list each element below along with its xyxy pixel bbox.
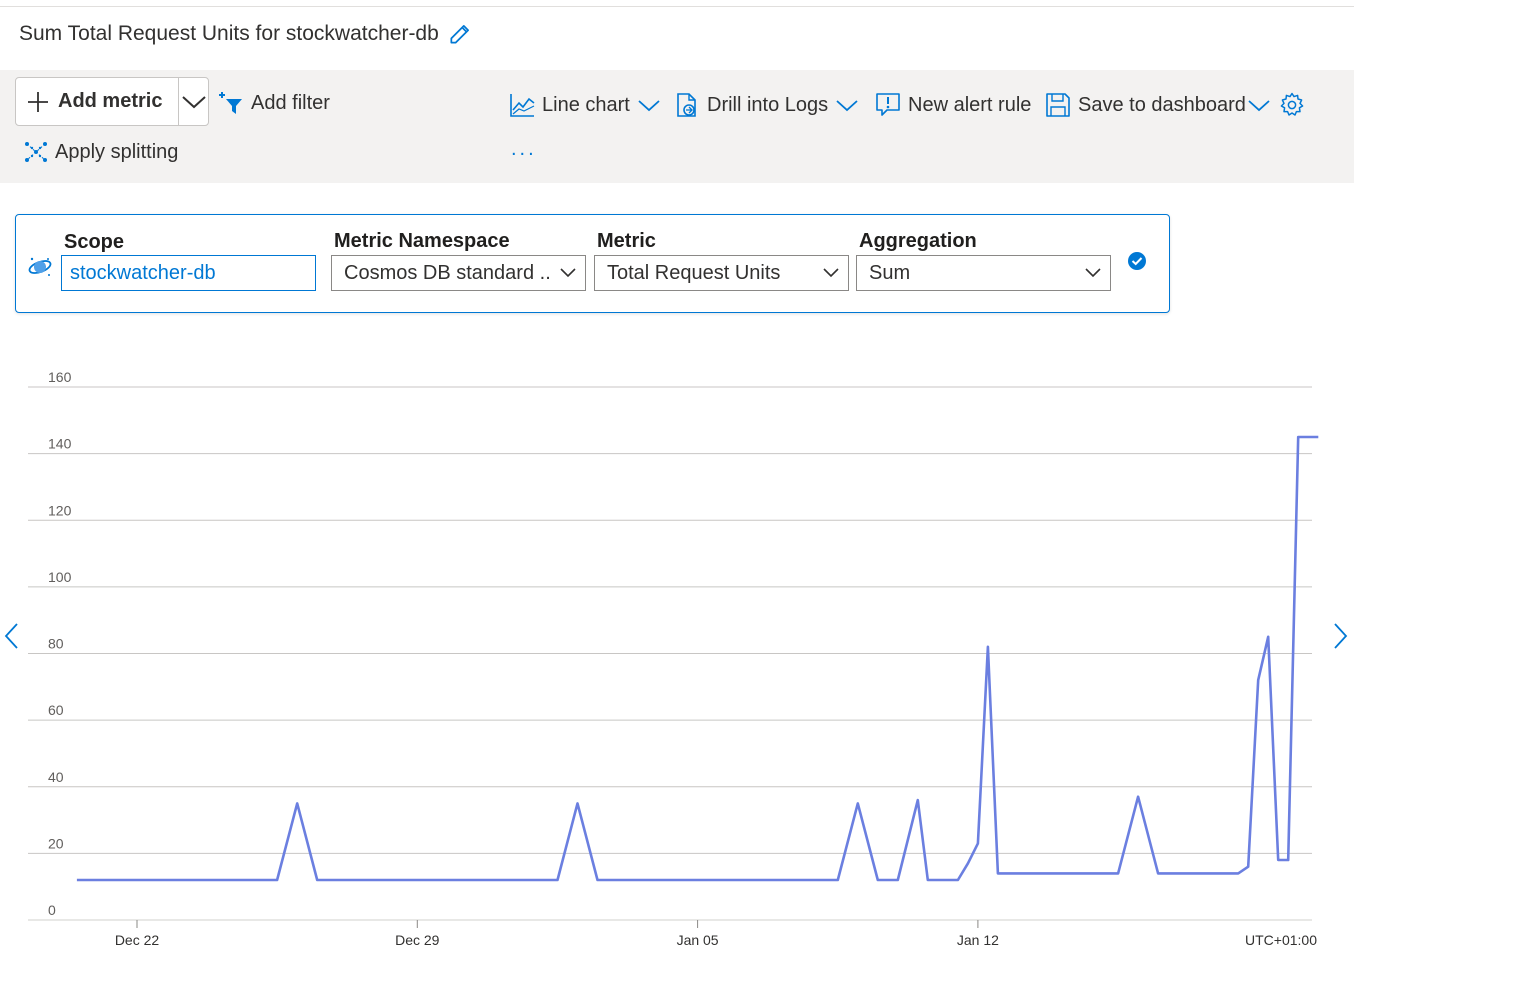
chevron-down-icon bbox=[181, 95, 206, 108]
chevron-down-icon bbox=[638, 100, 660, 112]
metric-namespace-value: Cosmos DB standard ... bbox=[344, 261, 551, 284]
more-options-label: ... bbox=[511, 138, 537, 160]
chevron-down-icon bbox=[551, 268, 585, 278]
chevron-down-icon bbox=[836, 100, 858, 112]
chevron-right-icon[interactable] bbox=[1333, 622, 1349, 650]
check-circle-icon[interactable] bbox=[1127, 251, 1147, 271]
metric-namespace-select[interactable]: Cosmos DB standard ... bbox=[331, 255, 586, 291]
metric-value: Total Request Units bbox=[607, 261, 781, 284]
new-alert-rule-button[interactable]: New alert rule bbox=[875, 92, 1031, 118]
y-tick-label: 80 bbox=[48, 636, 64, 652]
metric-label: Metric bbox=[597, 230, 656, 252]
filter-icon bbox=[219, 92, 242, 114]
add-filter-button[interactable]: Add filter bbox=[218, 90, 330, 116]
scope-value: stockwatcher-db bbox=[70, 261, 216, 284]
split-icon bbox=[25, 142, 47, 162]
line-chart-icon bbox=[510, 94, 535, 117]
timezone-label: UTC+01:00 bbox=[1245, 932, 1317, 948]
aggregation-select[interactable]: Sum bbox=[856, 255, 1111, 291]
scope-input[interactable]: stockwatcher-db bbox=[61, 255, 316, 291]
y-tick-label: 60 bbox=[48, 702, 64, 718]
drill-into-logs-label: Drill into Logs bbox=[707, 93, 829, 116]
series-line bbox=[76, 435, 1319, 882]
chart-area: 0 20 40 60 80 100 120 140 160 Dec 22 Dec 29 Jan 05 J… bbox=[0, 340, 1354, 977]
add-filter-label: Add filter bbox=[251, 91, 330, 114]
y-tick-label: 40 bbox=[48, 769, 64, 785]
plus-icon bbox=[28, 91, 48, 112]
save-icon bbox=[1046, 93, 1070, 117]
chart-settings-button[interactable] bbox=[1279, 92, 1305, 118]
aggregation-label: Aggregation bbox=[859, 230, 977, 252]
save-to-dashboard-button[interactable]: Save to dashboard bbox=[1045, 92, 1271, 118]
top-divider bbox=[0, 6, 1354, 7]
add-metric-button[interactable]: Add metric bbox=[16, 78, 179, 125]
chevron-left-icon[interactable] bbox=[3, 622, 19, 650]
metric-select[interactable]: Total Request Units bbox=[594, 255, 849, 291]
logs-icon bbox=[677, 93, 696, 117]
apply-splitting-label: Apply splitting bbox=[55, 140, 179, 163]
chevron-down-icon bbox=[814, 268, 848, 278]
save-to-dashboard-label: Save to dashboard bbox=[1078, 93, 1246, 116]
x-tick-label: Dec 29 bbox=[395, 932, 440, 948]
x-tick-label: Jan 12 bbox=[957, 932, 999, 948]
more-options-button[interactable]: ... bbox=[511, 138, 537, 161]
new-alert-rule-label: New alert rule bbox=[908, 93, 1032, 116]
x-tick-label: Dec 22 bbox=[115, 932, 160, 948]
metrics-toolbar: Add metric Add filter Apply splitting Li… bbox=[0, 70, 1354, 183]
y-tick-label: 160 bbox=[48, 369, 72, 385]
metric-namespace-label: Metric Namespace bbox=[334, 230, 510, 252]
add-metric-dropdown[interactable] bbox=[179, 78, 208, 125]
add-metric-label: Add metric bbox=[58, 90, 163, 112]
gear-icon bbox=[1280, 92, 1304, 116]
x-tick-label: Jan 05 bbox=[677, 932, 719, 948]
add-metric-split-button: Add metric bbox=[15, 77, 209, 126]
chart-title-row: Sum Total Request Units for stockwatcher… bbox=[19, 21, 473, 47]
pencil-icon[interactable] bbox=[447, 21, 473, 47]
y-tick-label: 0 bbox=[48, 902, 56, 918]
alert-icon bbox=[876, 93, 900, 116]
y-tick-label: 100 bbox=[48, 569, 72, 585]
metric-selector-card: Scope stockwatcher-db Metric Namespace C… bbox=[15, 214, 1170, 313]
scope-label: Scope bbox=[64, 231, 125, 253]
line-chart-button[interactable]: Line chart bbox=[509, 92, 661, 118]
chart-title: Sum Total Request Units for stockwatcher… bbox=[19, 22, 439, 45]
y-tick-label: 120 bbox=[48, 502, 72, 518]
y-tick-label: 140 bbox=[48, 436, 72, 452]
drill-into-logs-button[interactable]: Drill into Logs bbox=[674, 92, 859, 118]
line-chart-label: Line chart bbox=[542, 93, 630, 116]
cosmos-db-icon bbox=[28, 257, 52, 276]
chevron-down-icon bbox=[1076, 268, 1110, 278]
line-chart: 0 20 40 60 80 100 120 140 160 Dec 22 Dec 29 Jan 05 J… bbox=[28, 369, 1319, 948]
aggregation-value: Sum bbox=[869, 261, 911, 284]
chevron-down-icon bbox=[1248, 100, 1270, 112]
apply-splitting-button[interactable]: Apply splitting bbox=[24, 140, 178, 164]
y-tick-label: 20 bbox=[48, 835, 64, 851]
